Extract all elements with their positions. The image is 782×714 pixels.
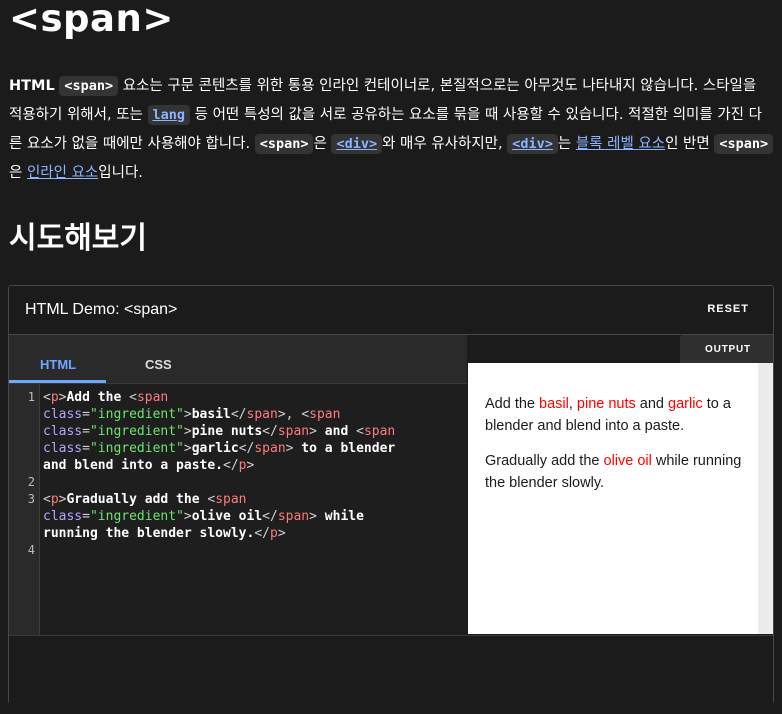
interactive-demo: HTML Demo: <span> RESET HTML CSS 1 2 3 4… <box>8 285 774 704</box>
code-line: class="ingredient">basil</span>, <span <box>43 407 341 422</box>
link-div-2[interactable]: <div> <box>507 134 558 154</box>
code-line: class="ingredient">garlic</span> to a bl… <box>43 441 396 456</box>
link-lang-code: lang <box>147 105 191 125</box>
intro-text: 는 <box>557 136 576 152</box>
css-output-area <box>9 635 773 704</box>
link-div[interactable]: <div> <box>331 134 383 154</box>
ingredient: pine nuts <box>576 396 636 412</box>
intro-paragraph: HTML <span> 요소는 구문 콘텐츠를 위한 통용 인라인 컨테이너로,… <box>9 72 774 188</box>
reset-button[interactable]: RESET <box>707 303 749 315</box>
tab-css[interactable]: CSS <box>145 357 172 372</box>
active-tab-indicator <box>9 380 106 383</box>
output-paragraph: Gradually add the olive oil while runnin… <box>485 453 742 491</box>
code-line: class="ingredient">pine nuts</span> and … <box>43 424 396 439</box>
output-scrollbar[interactable] <box>758 363 773 634</box>
line-number: 3 <box>27 492 35 506</box>
link-block-element[interactable]: 블록 레벨 요소 <box>576 136 665 152</box>
ingredient: olive oil <box>603 453 652 469</box>
code-line: <p>Add the <span <box>43 390 169 405</box>
intro-text: 은 <box>9 165 27 181</box>
link-inline-element[interactable]: 인라인 요소 <box>27 165 98 181</box>
code-editor: HTML CSS 1 2 3 4 <p>Add the <span class=… <box>9 335 467 635</box>
line-number: 1 <box>27 390 35 404</box>
line-number-gutter: 1 2 3 4 <box>9 384 40 635</box>
tab-html[interactable]: HTML <box>40 357 76 372</box>
line-number: 4 <box>27 543 35 557</box>
page-title: <span> <box>9 0 174 40</box>
link-div-code: <div> <box>331 134 383 154</box>
intro-text: 은 <box>313 136 332 152</box>
link-lang[interactable]: lang <box>147 105 191 125</box>
demo-title: HTML Demo: <span> <box>25 301 178 318</box>
intro-text: 입니다. <box>98 165 143 181</box>
code-line: and blend into a paste.</p> <box>43 458 255 473</box>
intro-span-code: <span> <box>59 76 119 96</box>
demo-header: HTML Demo: <span> RESET <box>9 286 773 335</box>
line-number: 2 <box>27 475 35 489</box>
ingredient: basil <box>539 396 569 412</box>
intro-text: 인 반면 <box>665 136 715 152</box>
output-paragraph: Add the basil, pine nuts and garlic to a… <box>485 396 731 434</box>
section-title: 시도해보기 <box>9 221 147 256</box>
intro-text: 와 매우 유사하지만, <box>382 136 508 152</box>
code-lines: <p>Add the <span class="ingredient">basi… <box>43 389 395 542</box>
code-line: class="ingredient">olive oil</span> whil… <box>43 509 364 524</box>
code-area[interactable]: 1 2 3 4 <p>Add the <span class="ingredie… <box>9 384 467 635</box>
link-div-code: <div> <box>507 134 558 154</box>
code-line: running the blender slowly.</p> <box>43 526 286 541</box>
code-line: <p>Gradually add the <span <box>43 492 247 507</box>
intro-html-label: HTML <box>9 78 55 94</box>
output-label: OUTPUT <box>705 344 751 355</box>
output-pane: Add the basil, pine nuts and garlic to a… <box>468 363 758 634</box>
ingredient: garlic <box>668 396 703 412</box>
intro-span-code: <span> <box>254 134 314 154</box>
editor-tabs: HTML CSS <box>9 335 467 384</box>
output-tab: OUTPUT <box>680 335 773 363</box>
intro-span-code: <span> <box>714 134 774 154</box>
